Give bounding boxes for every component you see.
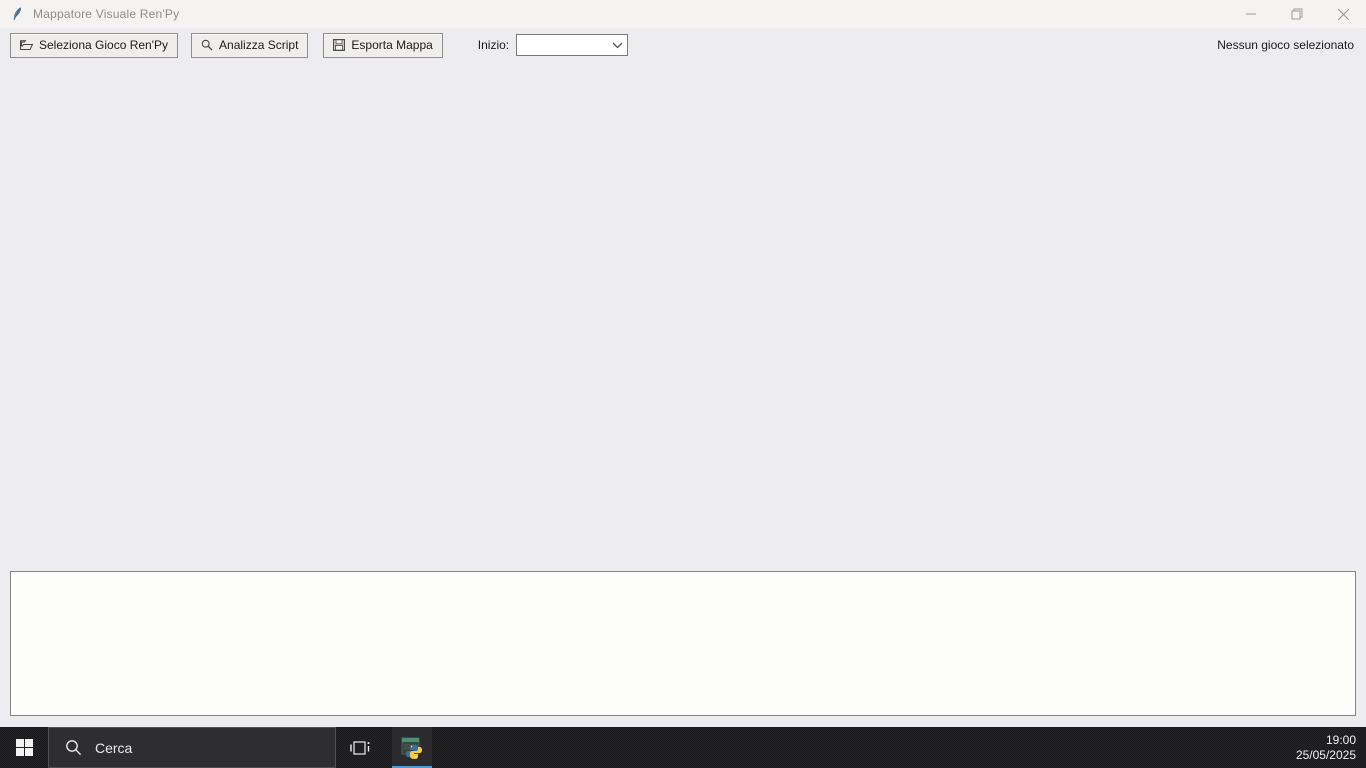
close-button[interactable] <box>1320 0 1366 28</box>
folder-open-icon <box>20 39 33 50</box>
minimize-button[interactable] <box>1228 0 1274 28</box>
start-combobox-label: Inizio: <box>477 38 510 52</box>
select-game-button[interactable]: Seleziona Gioco Ren'Py <box>10 32 179 58</box>
toolbar: Seleziona Gioco Ren'Py Analizza Script E… <box>0 28 1366 62</box>
titlebar: Mappatore Visuale Ren'Py <box>0 0 1366 28</box>
analyze-script-label: Analizza Script <box>219 38 299 52</box>
maximize-icon <box>1291 8 1303 20</box>
magnifier-icon <box>201 39 213 51</box>
desktop-root: Mappatore Visuale Ren'Py Seleziona Gioco… <box>0 0 1366 768</box>
minimize-icon <box>1246 13 1256 15</box>
export-map-button[interactable]: Esporta Mappa <box>323 32 443 58</box>
taskbar: Cerca 19:00 25/05/2025 <box>0 727 1366 768</box>
search-icon <box>66 740 82 756</box>
python-feather-icon <box>13 7 22 21</box>
start-combobox[interactable] <box>516 34 629 56</box>
taskbar-clock[interactable]: 19:00 25/05/2025 <box>1296 727 1356 768</box>
save-icon <box>333 39 346 51</box>
close-icon <box>1337 8 1349 20</box>
task-view-icon <box>350 740 370 755</box>
chevron-down-icon <box>612 42 623 48</box>
window-title: Mappatore Visuale Ren'Py <box>33 7 180 21</box>
status-label: Nessun gioco selezionato <box>1217 38 1354 52</box>
export-map-label: Esporta Mappa <box>351 38 433 52</box>
python-app-icon <box>401 737 422 759</box>
window-controls <box>1228 0 1366 28</box>
select-game-label: Seleziona Gioco Ren'Py <box>39 38 169 52</box>
start-button[interactable] <box>0 727 48 768</box>
search-placeholder: Cerca <box>95 739 133 756</box>
clock-time: 19:00 <box>1325 732 1356 747</box>
windows-start-icon <box>15 739 33 756</box>
task-view-button[interactable] <box>336 727 384 768</box>
analyze-script-button[interactable]: Analizza Script <box>191 32 309 58</box>
taskbar-search-input[interactable]: Cerca <box>48 727 336 768</box>
python-app-taskbar-button[interactable] <box>392 727 432 768</box>
log-output-panel[interactable] <box>10 571 1356 716</box>
map-canvas[interactable] <box>0 62 1366 571</box>
maximize-button[interactable] <box>1274 0 1320 28</box>
clock-date: 25/05/2025 <box>1295 747 1356 762</box>
